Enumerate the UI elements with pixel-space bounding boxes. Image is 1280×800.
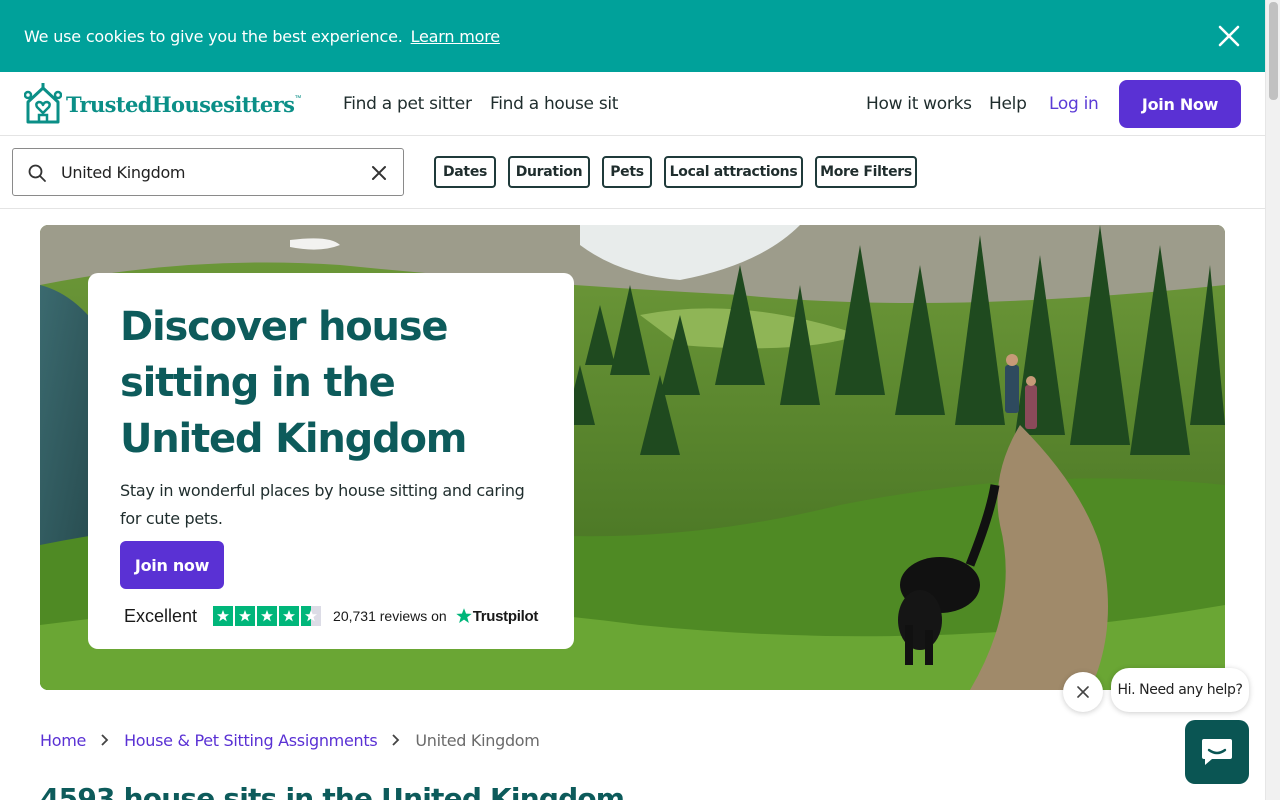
trustpilot-stars	[213, 606, 323, 626]
breadcrumb: Home House & Pet Sitting Assignments Uni…	[40, 730, 540, 750]
location-search[interactable]	[12, 148, 404, 196]
search-filter-bar: Dates Duration Pets Local attractions Mo…	[0, 136, 1265, 209]
page-scrollbar[interactable]	[1265, 0, 1280, 800]
nav-how-it-works[interactable]: How it works	[866, 94, 972, 114]
star-icon	[213, 606, 234, 626]
search-icon	[28, 164, 46, 182]
close-icon	[1077, 686, 1089, 698]
star-icon	[235, 606, 256, 626]
hero-title: Discover house sitting in the United Kin…	[120, 304, 467, 462]
join-now-button[interactable]: Join Now	[1119, 80, 1241, 128]
chat-dismiss-button[interactable]	[1063, 672, 1103, 712]
chat-greeting[interactable]: Hi. Need any help?	[1111, 668, 1249, 712]
cookie-message: We use cookies to give you the best expe…	[24, 26, 403, 46]
trustpilot-widget[interactable]: Excellent 20,731 reviews on Trustpilot	[124, 605, 538, 627]
half-star-icon	[301, 606, 322, 626]
breadcrumb-assignments[interactable]: House & Pet Sitting Assignments	[124, 731, 378, 750]
hero-join-button[interactable]: Join now	[120, 541, 224, 589]
cookie-learn-more-link[interactable]: Learn more	[411, 27, 500, 46]
filter-dates[interactable]: Dates	[434, 156, 496, 188]
search-input[interactable]	[61, 149, 361, 195]
nav-find-house-sit[interactable]: Find a house sit	[490, 94, 618, 114]
breadcrumb-home[interactable]: Home	[40, 731, 86, 750]
chevron-right-icon	[98, 730, 112, 750]
results-heading: 4593 house sits in the United Kingdom	[40, 782, 625, 800]
scrollbar-thumb[interactable]	[1269, 2, 1278, 100]
trustpilot-star-icon	[455, 608, 472, 623]
breadcrumb-current: United Kingdom	[415, 730, 540, 750]
filter-more-filters[interactable]: More Filters	[815, 156, 917, 188]
logo[interactable]: TrustedHousesitters ™	[24, 82, 301, 126]
filter-pets[interactable]: Pets	[602, 156, 652, 188]
trustpilot-review-count: 20,731 reviews on	[333, 608, 447, 624]
site-header: TrustedHousesitters ™ Find a pet sitter F…	[0, 72, 1265, 136]
clear-icon[interactable]	[369, 163, 389, 183]
logo-trademark: ™	[294, 94, 302, 102]
chat-icon	[1202, 739, 1232, 765]
nav-find-pet-sitter[interactable]: Find a pet sitter	[343, 94, 472, 114]
star-icon	[279, 606, 300, 626]
cookie-banner: We use cookies to give you the best expe…	[0, 0, 1265, 72]
trustpilot-logo: Trustpilot	[455, 607, 538, 625]
nav-login[interactable]: Log in	[1049, 94, 1099, 114]
hero-subtitle: Stay in wonderful places by house sittin…	[120, 481, 525, 528]
trustpilot-brand: Trustpilot	[472, 607, 539, 625]
chat-launcher-button[interactable]	[1185, 720, 1249, 784]
chevron-right-icon	[389, 730, 403, 750]
house-heart-logo-icon	[24, 83, 62, 124]
trustpilot-rating-word: Excellent	[124, 605, 198, 626]
nav-help[interactable]: Help	[989, 94, 1027, 114]
filter-local-attractions[interactable]: Local attractions	[664, 156, 803, 188]
close-icon[interactable]	[1217, 24, 1241, 48]
hero-card: Discover house sitting in the United Kin…	[88, 273, 574, 649]
filter-duration[interactable]: Duration	[508, 156, 590, 188]
star-icon	[257, 606, 278, 626]
logo-text: TrustedHousesitters	[66, 91, 295, 117]
